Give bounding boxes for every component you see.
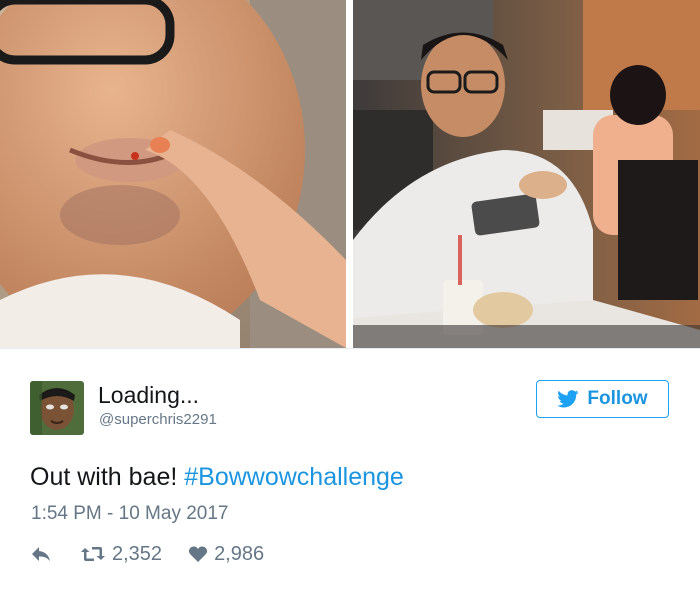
tweet-text-plain: Out with bae! <box>30 463 185 491</box>
follow-label: Follow <box>587 388 648 409</box>
hashtag-link[interactable]: #Bowwowchallenge <box>184 463 404 491</box>
tweet-media <box>0 0 700 348</box>
tweet-actions: 2,352 2,986 <box>30 541 264 567</box>
photo-left[interactable] <box>0 0 346 348</box>
tweet-text: Out with bae! #Bowwowchallenge <box>30 463 404 492</box>
reply-button[interactable] <box>30 545 52 563</box>
display-name[interactable]: Loading... <box>98 382 199 409</box>
twitter-bird-icon <box>557 390 579 408</box>
reply-icon <box>30 545 52 563</box>
like-count: 2,986 <box>214 542 265 565</box>
like-button[interactable]: 2,986 <box>188 543 264 566</box>
photo-right-image <box>353 0 700 348</box>
retweet-button[interactable]: 2,352 <box>80 543 162 566</box>
heart-icon <box>188 545 208 563</box>
retweet-count: 2,352 <box>112 542 163 565</box>
user-handle[interactable]: @superchris2291 <box>99 411 217 428</box>
avatar[interactable] <box>30 381 84 435</box>
tweet-card: Loading... @superchris2291 Follow Out wi… <box>0 348 700 594</box>
photo-right[interactable] <box>353 0 700 348</box>
follow-button[interactable]: Follow <box>536 380 669 418</box>
retweet-icon <box>80 544 106 564</box>
tweet-timestamp[interactable]: 1:54 PM - 10 May 2017 <box>31 503 229 525</box>
photo-left-image <box>0 0 346 348</box>
